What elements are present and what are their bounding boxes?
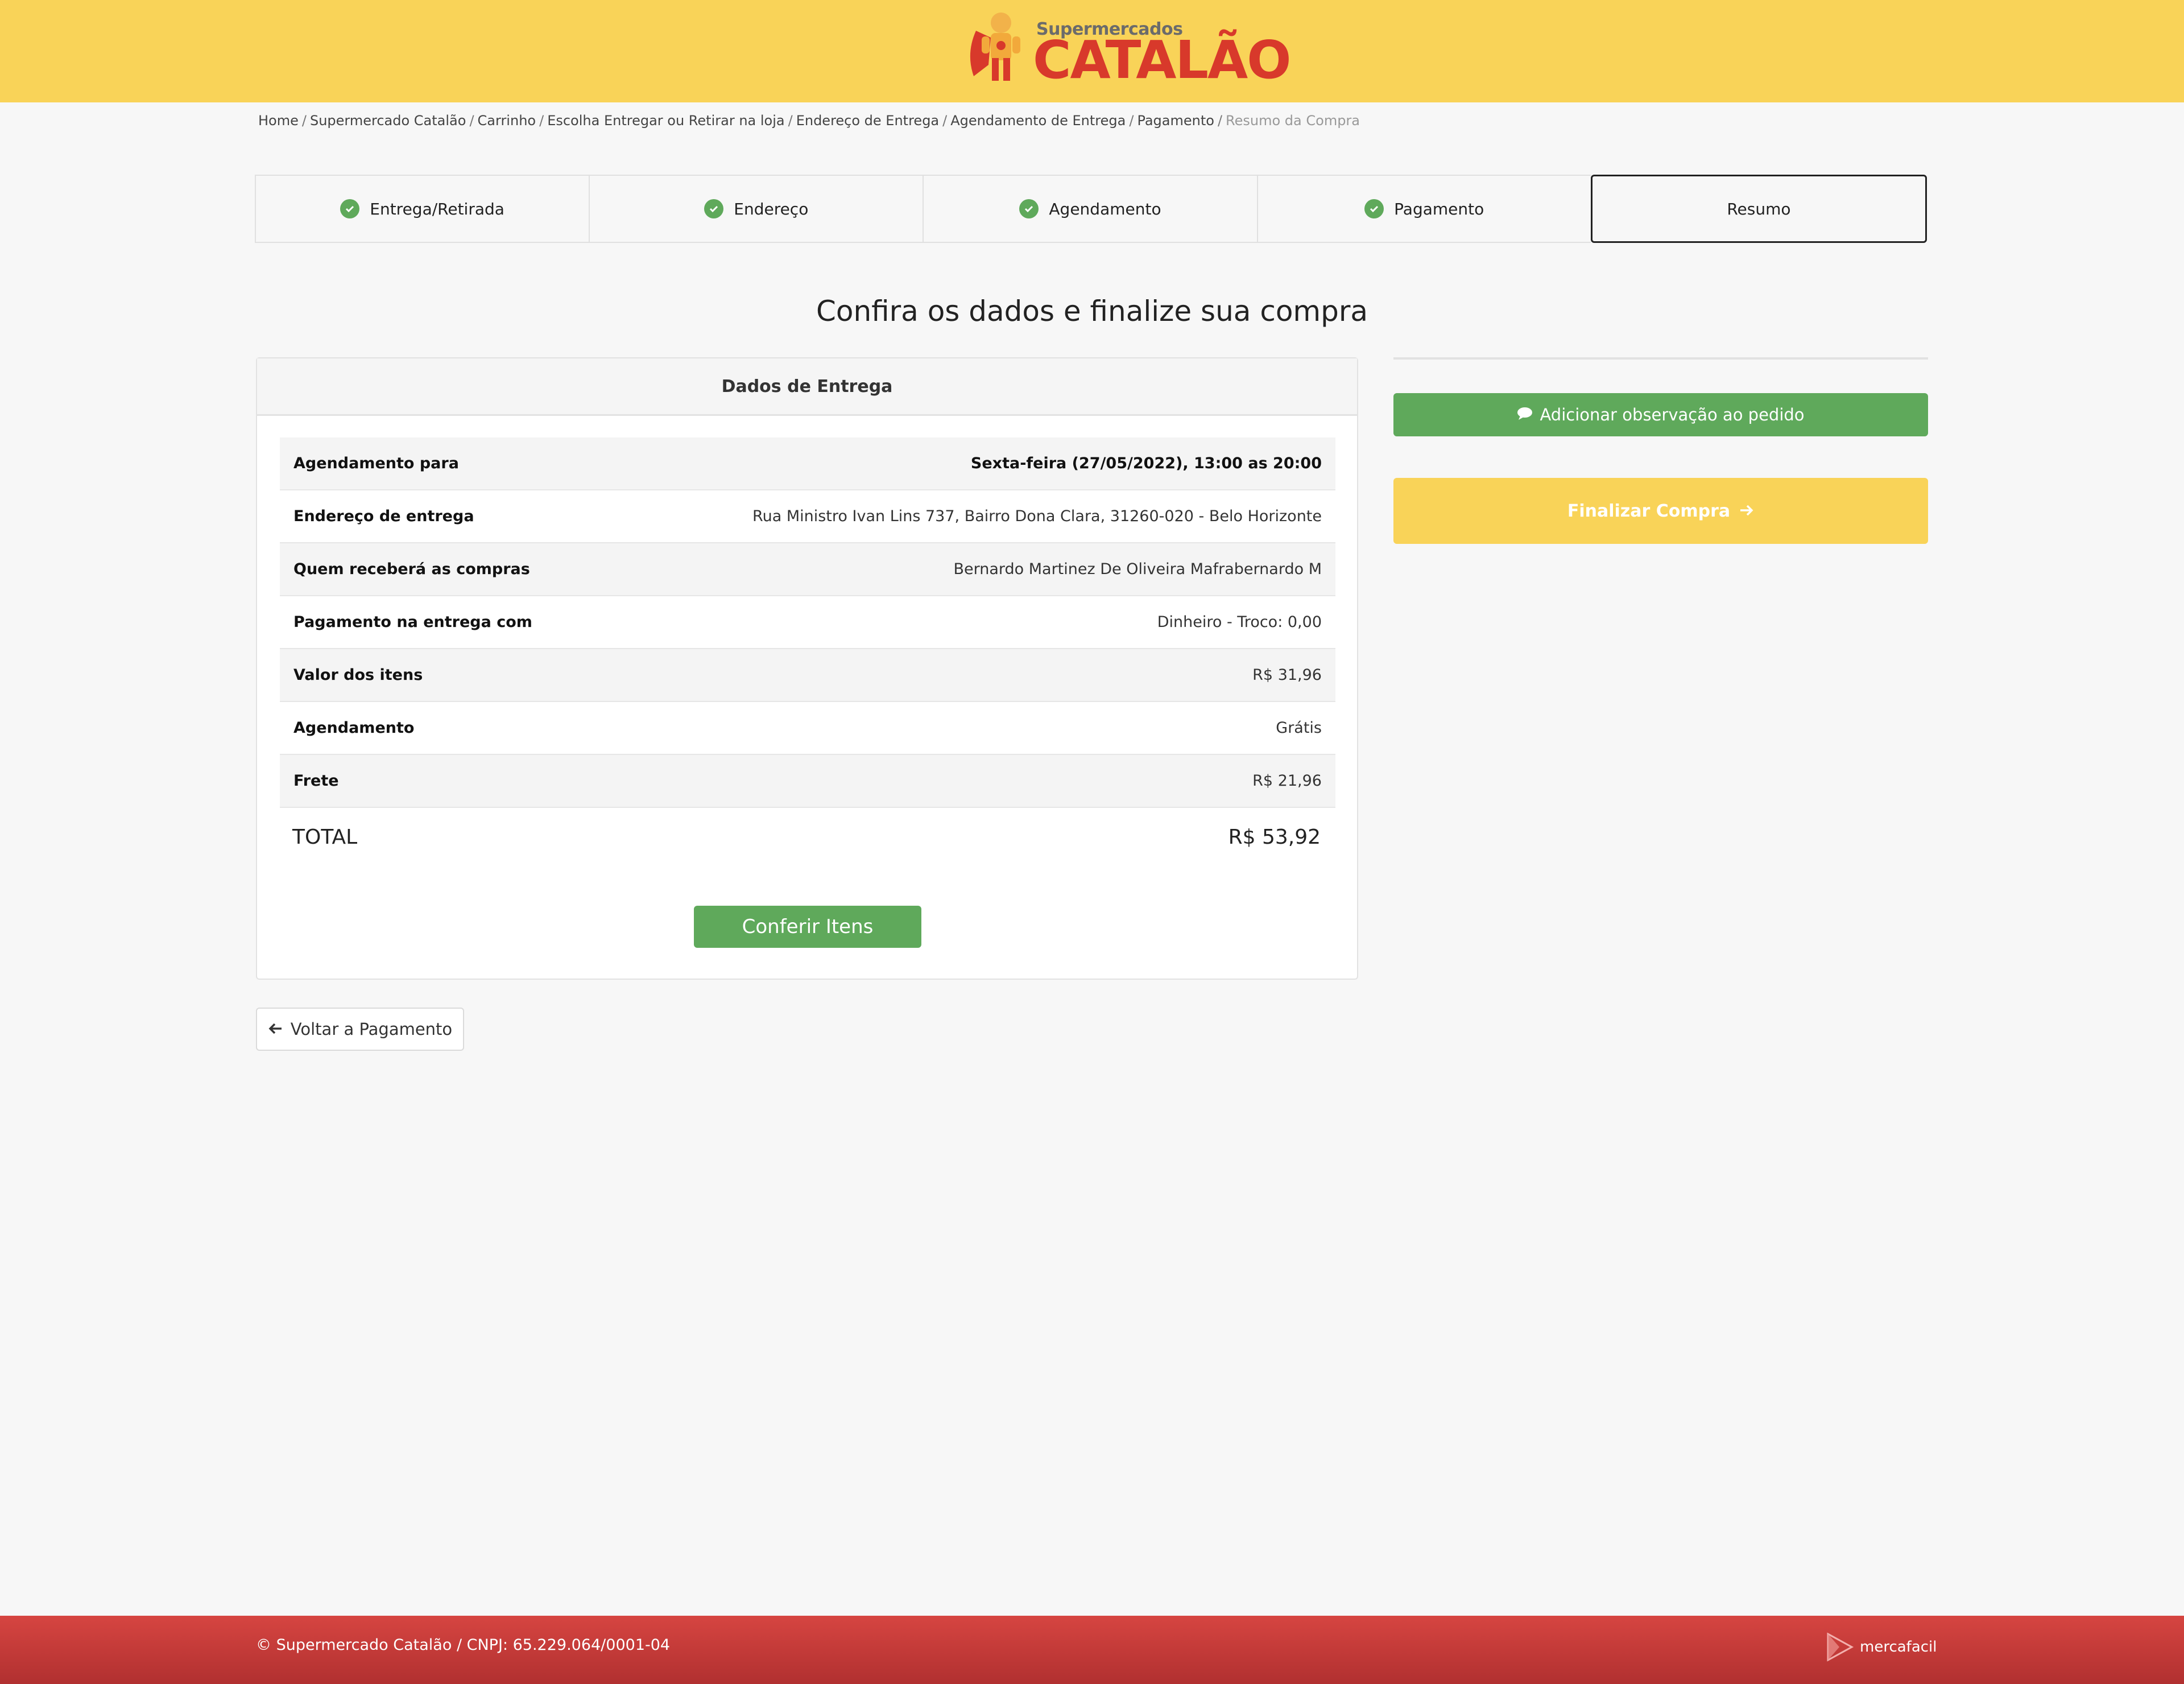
row-label: Valor dos itens (293, 666, 423, 684)
table-row: Agendamento para Sexta-feira (27/05/2022… (280, 437, 1335, 490)
row-label: Quem receberá as compras (293, 560, 530, 578)
table-row: Frete R$ 21,96 (280, 755, 1335, 808)
step-summary[interactable]: Resumo (1590, 175, 1927, 243)
check-items-button[interactable]: Conferir Itens (694, 906, 921, 948)
total-label: TOTAL (292, 825, 358, 849)
step-payment[interactable]: Pagamento (1256, 175, 1591, 243)
breadcrumb-scheduling[interactable]: Agendamento de Entrega (950, 113, 1126, 129)
step-label: Resumo (1727, 199, 1791, 218)
header: Supermercados CATALÃO (0, 0, 2184, 102)
row-label: Pagamento na entrega com (293, 613, 532, 631)
check-circle-icon (704, 199, 724, 218)
back-to-payment-button[interactable]: Voltar a Pagamento (256, 1008, 464, 1051)
row-value: Bernardo Martinez De Oliveira Mafraberna… (953, 560, 1322, 578)
table-row: Endereço de entrega Rua Ministro Ivan Li… (280, 490, 1335, 543)
row-label: Endereço de entrega (293, 507, 474, 525)
row-label: Frete (293, 772, 339, 790)
mercafacil-text: mercafacil (1860, 1638, 1937, 1656)
delivery-panel: Dados de Entrega Agendamento para Sexta-… (256, 357, 1358, 980)
total-row: TOTAL R$ 53,92 (279, 810, 1334, 864)
table-row: Valor dos itens R$ 31,96 (280, 649, 1335, 702)
step-label: Pagamento (1394, 199, 1484, 218)
row-value: Rua Ministro Ivan Lins 737, Bairro Dona … (752, 507, 1322, 525)
breadcrumb-payment[interactable]: Pagamento (1137, 113, 1214, 129)
step-delivery-pickup[interactable]: Entrega/Retirada (255, 175, 589, 243)
table-row: Quem receberá as compras Bernardo Martin… (280, 543, 1335, 596)
row-value: Dinheiro - Troco: 0,00 (1157, 613, 1322, 631)
step-label: Endereço (734, 199, 809, 218)
step-label: Agendamento (1049, 199, 1161, 218)
footer: © Supermercado Catalão / CNPJ: 65.229.06… (0, 1616, 2184, 1684)
delivery-panel-title: Dados de Entrega (257, 358, 1357, 416)
check-circle-icon (340, 199, 360, 218)
breadcrumb-current: Resumo da Compra (1226, 113, 1360, 129)
checkout-steps: Entrega/Retirada Endereço Agendamento Pa… (255, 175, 1927, 243)
breadcrumb-cart[interactable]: Carrinho (478, 113, 536, 129)
check-circle-icon (1364, 199, 1384, 218)
observation-button-label: Adicionar observação ao pedido (1540, 405, 1805, 424)
superhero-mascot-icon (970, 13, 1020, 81)
logo-title: CATALÃO (1033, 30, 1291, 90)
step-label: Entrega/Retirada (370, 199, 504, 218)
sidebar-divider (1393, 357, 1928, 360)
comment-icon (1517, 405, 1533, 424)
breadcrumb: Home / Supermercado Catalão / Carrinho / Escol… (258, 113, 1360, 129)
table-row: Pagamento na entrega com Dinheiro - Troc… (280, 596, 1335, 649)
row-value: R$ 31,96 (1252, 666, 1322, 684)
table-row: Agendamento Grátis (280, 702, 1335, 755)
row-value: Sexta-feira (27/05/2022), 13:00 as 20:00 (970, 455, 1322, 472)
total-value: R$ 53,92 (1228, 825, 1321, 849)
breadcrumb-store[interactable]: Supermercado Catalão (310, 113, 466, 129)
add-observation-button[interactable]: Adicionar observação ao pedido (1393, 393, 1928, 436)
breadcrumb-address[interactable]: Endereço de Entrega (796, 113, 939, 129)
store-logo[interactable]: Supermercados CATALÃO (966, 8, 1291, 88)
check-circle-icon (1019, 199, 1039, 218)
breadcrumb-delivery-choice[interactable]: Escolha Entregar ou Retirar na loja (547, 113, 784, 129)
breadcrumb-home[interactable]: Home (258, 113, 299, 129)
row-value: R$ 21,96 (1252, 772, 1322, 790)
row-value: Grátis (1276, 719, 1322, 737)
step-scheduling[interactable]: Agendamento (923, 175, 1257, 243)
footer-copyright: © Supermercado Catalão / CNPJ: 65.229.06… (256, 1636, 671, 1654)
row-label: Agendamento para (293, 455, 459, 472)
back-button-label: Voltar a Pagamento (290, 1020, 453, 1039)
finish-purchase-button[interactable]: Finalizar Compra (1393, 478, 1928, 544)
finish-button-label: Finalizar Compra (1567, 501, 1731, 521)
step-address[interactable]: Endereço (589, 175, 923, 243)
mercafacil-logo-icon (1827, 1632, 1854, 1662)
row-label: Agendamento (293, 719, 415, 737)
page-title: Confira os dados e finalize sua compra (816, 295, 1368, 328)
arrow-right-icon (1739, 501, 1754, 521)
mercafacil-brand[interactable]: mercafacil (1825, 1632, 1937, 1662)
arrow-left-icon (268, 1020, 283, 1039)
delivery-details-table: Agendamento para Sexta-feira (27/05/2022… (280, 437, 1335, 808)
